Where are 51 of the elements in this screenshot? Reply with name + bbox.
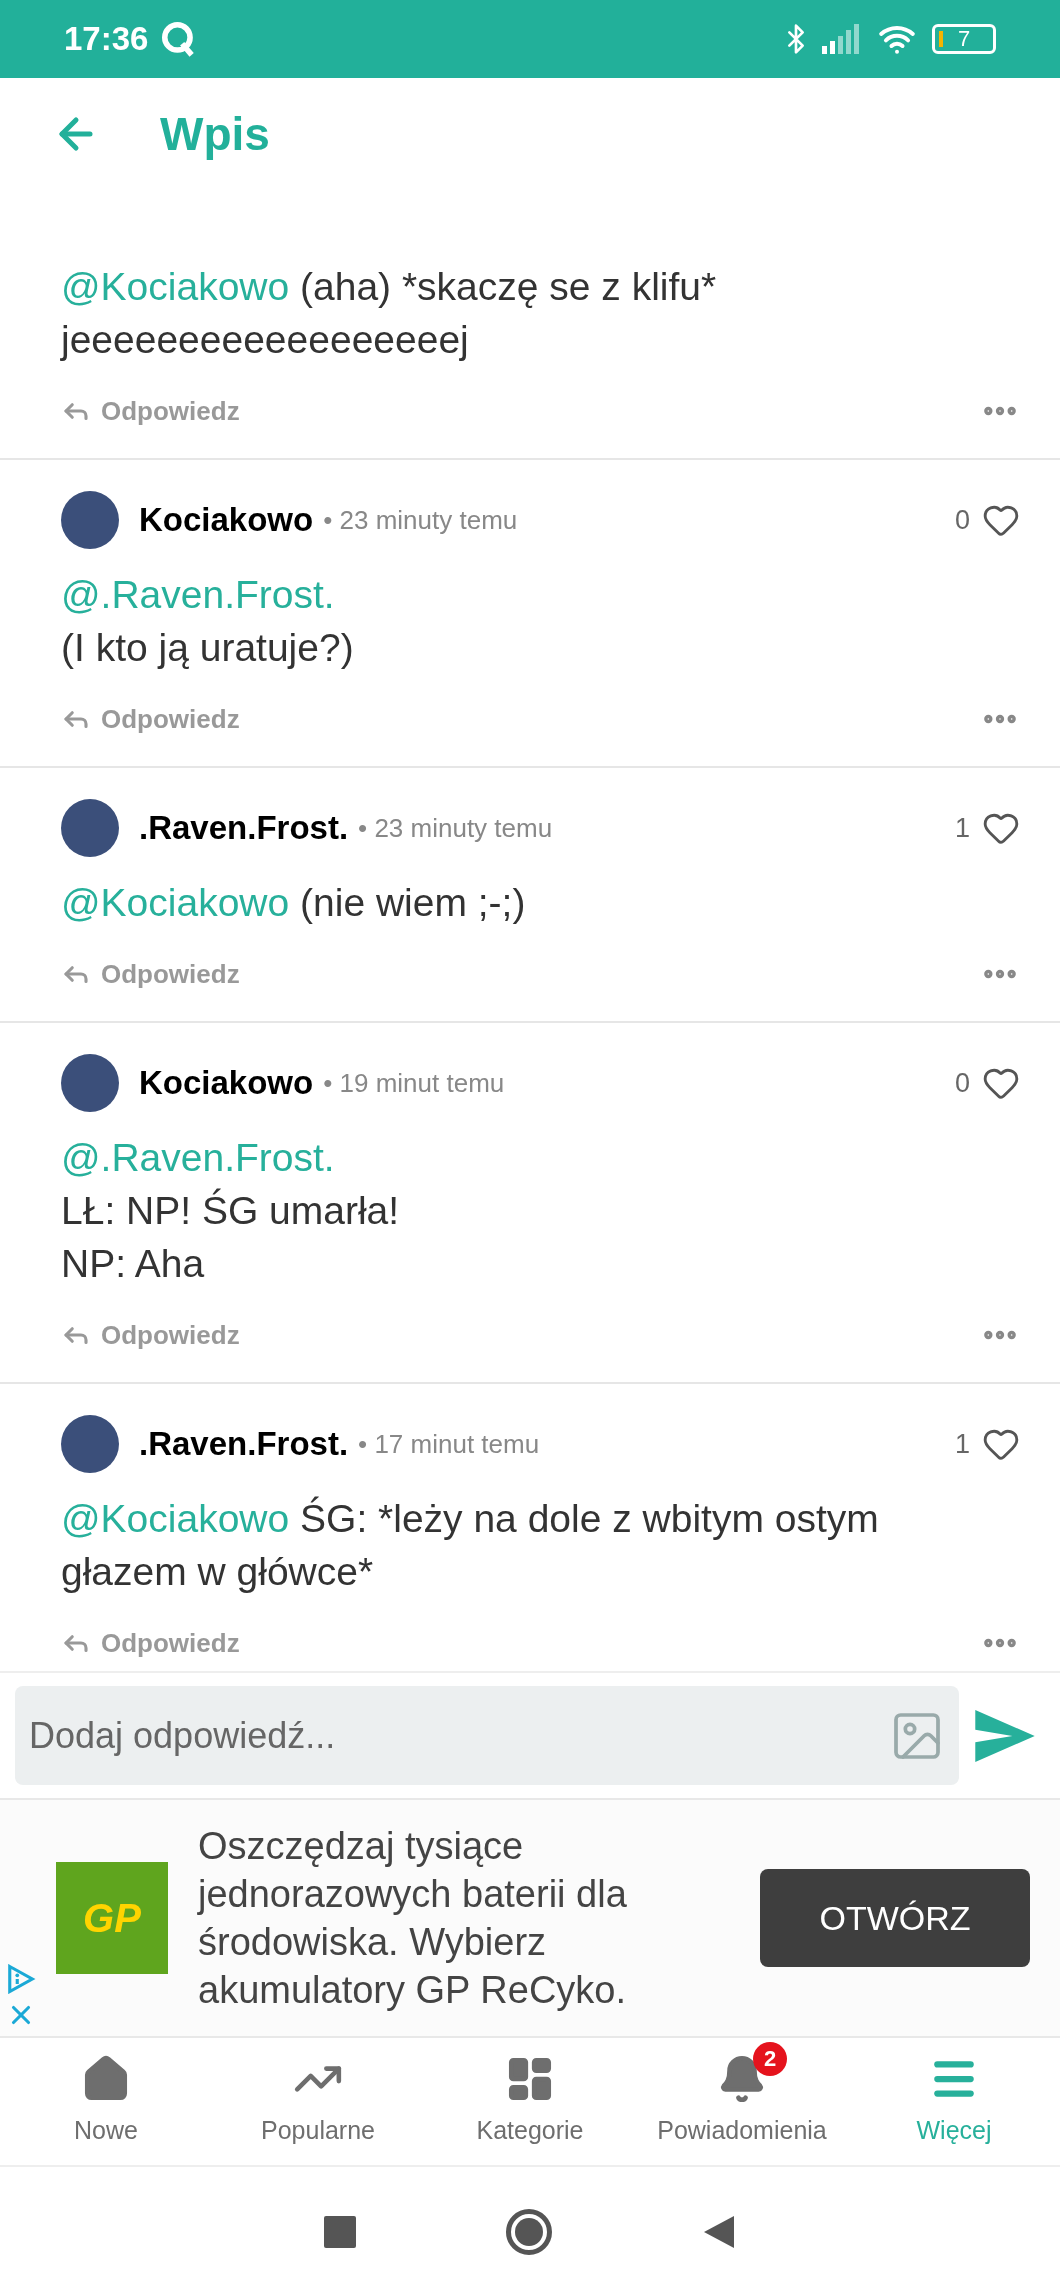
author-name[interactable]: .Raven.Frost. bbox=[139, 1419, 349, 1469]
comment-text: (I kto ją uratuje?) bbox=[61, 625, 355, 671]
reply-button[interactable]: Odpowiedz bbox=[61, 391, 240, 431]
mention-link[interactable]: @Kociakowo bbox=[61, 265, 301, 308]
avatar-placeholder bbox=[61, 799, 119, 857]
open-button[interactable]: OTWÓRZ bbox=[760, 1869, 1030, 1967]
author-name[interactable]: Kociakowo bbox=[139, 1058, 314, 1108]
notification-badge: 2 bbox=[753, 2041, 787, 2076]
avatar-placeholder bbox=[61, 491, 119, 549]
reply-button[interactable]: Odpowiedz bbox=[61, 954, 240, 994]
avatar-placeholder bbox=[61, 1415, 119, 1473]
ad-text: Oszczędzaj tysiące jednorazowych baterii dla środowiska. Wybierz akumulatory GP ReCyko. bbox=[198, 1824, 628, 2013]
like-count: 1 bbox=[954, 1427, 970, 1461]
ad-logo: GP bbox=[56, 1862, 168, 1974]
reply-button[interactable]: Odpowiedz bbox=[61, 699, 240, 739]
page-title: Wpis bbox=[160, 106, 270, 162]
like-count: 1 bbox=[954, 811, 970, 845]
nav-tab[interactable]: Popularne bbox=[212, 2038, 424, 2165]
comment-time: • 23 minuty temu bbox=[358, 811, 553, 845]
comment-text: @Kociakowo ŚG: *leży na dole z wbitym ostym głazem w główce* bbox=[61, 1495, 880, 1595]
comment-time: • 19 minut temu bbox=[323, 1066, 505, 1100]
recent-apps-icon[interactable] bbox=[324, 2215, 356, 2248]
comment-text: NP: Aha bbox=[61, 1241, 206, 1287]
avatar-placeholder bbox=[61, 1054, 119, 1112]
home-button-icon[interactable] bbox=[506, 2208, 552, 2255]
mention-link[interactable]: @.Raven.Frost. bbox=[61, 573, 335, 616]
mention-link[interactable]: @.Raven.Frost. bbox=[61, 1136, 335, 1179]
ad-choices-icon[interactable] bbox=[6, 1964, 36, 1994]
comment-text: @Kociakowo (aha) *skaczę se z klifu* jeeeeeeeeeeeeeeeeeej bbox=[61, 264, 718, 363]
author-name[interactable]: Kociakowo bbox=[139, 495, 314, 545]
mention-link[interactable]: @Kociakowo bbox=[61, 881, 301, 924]
send-icon[interactable] bbox=[975, 1709, 1035, 1762]
back-triangle-icon[interactable] bbox=[702, 2213, 736, 2250]
nav-tab[interactable]: Więcej bbox=[848, 2038, 1060, 2165]
comment-time: • 17 minut temu bbox=[358, 1427, 540, 1461]
like-count: 0 bbox=[954, 503, 970, 537]
author-name[interactable]: .Raven.Frost. bbox=[139, 803, 349, 853]
signal-icon bbox=[822, 24, 862, 54]
battery-level: 7 bbox=[957, 28, 971, 50]
reply-box[interactable]: Dodaj odpowiedź... bbox=[15, 1686, 959, 1785]
nav-tab[interactable]: Nowe bbox=[0, 2038, 212, 2165]
mention-link[interactable]: @Kociakowo bbox=[61, 1497, 301, 1540]
status-time: 17:36 bbox=[64, 19, 149, 60]
nav-tab[interactable]: 2 Powiadomienia bbox=[636, 2038, 848, 2165]
comment-text: @Kociakowo (nie wiem ;-;) bbox=[61, 880, 527, 926]
comment-time: • 23 minuty temu bbox=[323, 503, 518, 537]
reply-button[interactable]: Odpowiedz bbox=[61, 1315, 240, 1355]
nav-tab[interactable]: Kategorie bbox=[424, 2038, 636, 2165]
comment-text: LŁ: NP! ŚG umarła! bbox=[61, 1187, 401, 1234]
like-count: 0 bbox=[954, 1066, 970, 1100]
reply-button[interactable]: Odpowiedz bbox=[61, 1623, 240, 1663]
